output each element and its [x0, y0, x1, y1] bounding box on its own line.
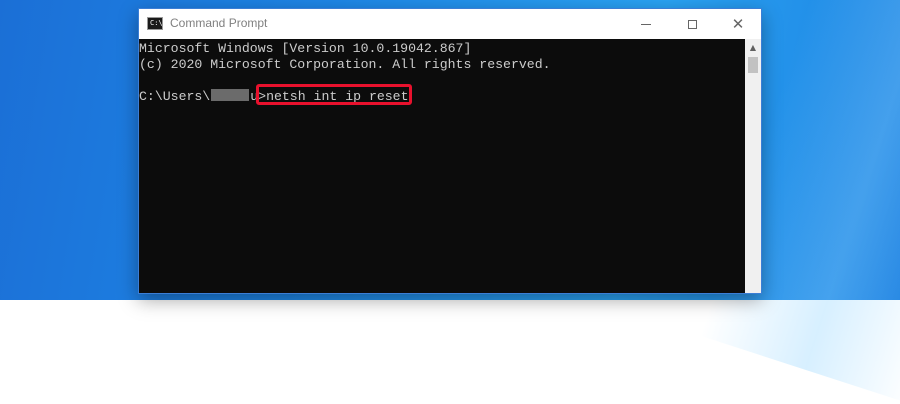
console-output[interactable]: Microsoft Windows [Version 10.0.19042.86…: [139, 39, 745, 293]
title-bar[interactable]: C:\_ Command Prompt ✕: [139, 9, 761, 39]
minimize-button[interactable]: [623, 9, 669, 39]
minimize-icon: [641, 23, 651, 25]
scroll-up-arrow-icon[interactable]: ▲: [745, 39, 761, 55]
prompt-prefix: C:\Users\: [139, 89, 211, 104]
scroll-thumb[interactable]: [748, 57, 758, 73]
cmd-icon-text: C:\_: [150, 19, 167, 27]
vertical-scrollbar[interactable]: ▲: [745, 39, 761, 293]
close-button[interactable]: ✕: [715, 9, 761, 39]
console-line-version: Microsoft Windows [Version 10.0.19042.86…: [139, 41, 472, 56]
redacted-username: [211, 89, 250, 101]
cmd-icon: C:\_: [147, 17, 167, 30]
console-line-copyright: (c) 2020 Microsoft Corporation. All righ…: [139, 57, 551, 72]
maximize-button[interactable]: [669, 9, 715, 39]
command-prompt-window[interactable]: C:\_ Command Prompt ✕ Microsoft Windows …: [138, 8, 762, 294]
command-highlight-box: [256, 84, 412, 105]
close-icon: ✕: [731, 14, 745, 33]
window-title: Command Prompt: [170, 16, 268, 30]
maximize-icon: [687, 19, 697, 29]
